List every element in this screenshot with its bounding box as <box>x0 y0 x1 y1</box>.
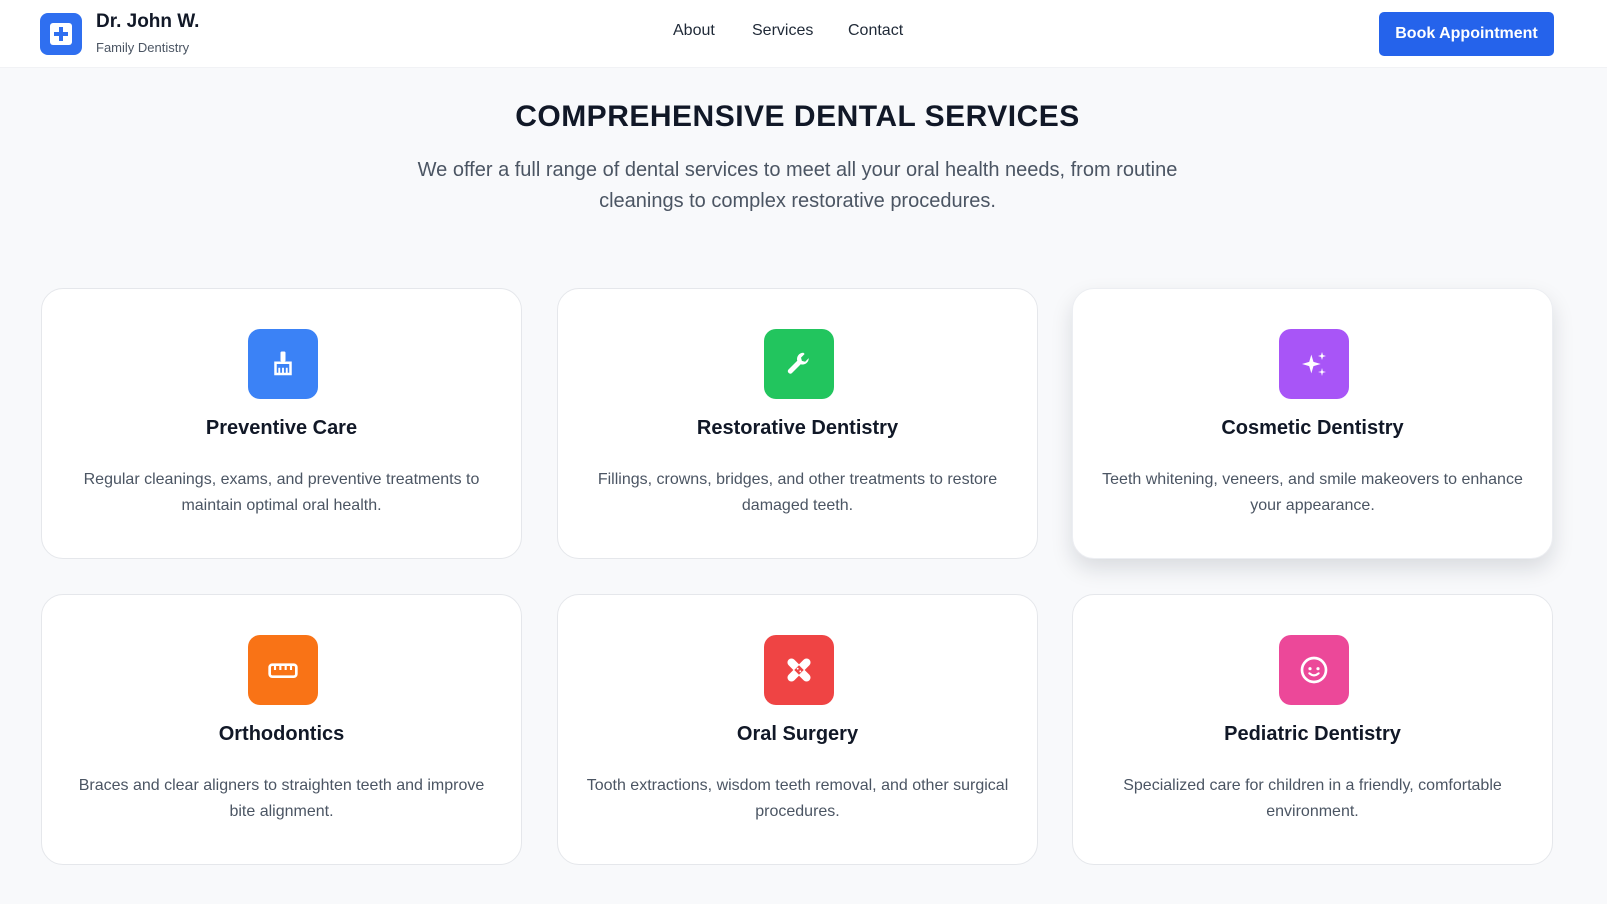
service-description: Fillings, crowns, bridges, and other tre… <box>597 471 998 514</box>
ruler-icon <box>268 663 298 678</box>
service-icon-badge <box>1279 635 1349 705</box>
service-description: Specialized care for children in a frien… <box>1123 777 1502 820</box>
nav-link-services[interactable]: Services <box>752 22 813 40</box>
section-subtitle: We offer a full range of dental services… <box>417 159 1178 212</box>
service-icon-badge <box>1279 329 1349 399</box>
service-description: Teeth whitening, veneers, and smile make… <box>1102 471 1523 514</box>
service-title: Preventive Care <box>205 417 358 439</box>
service-icon-badge <box>764 329 834 399</box>
wrench-icon <box>787 352 809 374</box>
book-appointment-button[interactable]: Book Appointment <box>1379 12 1554 56</box>
service-card-pediatric-dentistry[interactable]: Pediatric Dentistry Specialized care for… <box>1072 594 1553 865</box>
logo[interactable] <box>40 13 82 55</box>
service-title: Restorative Dentistry <box>696 417 899 439</box>
service-description: Braces and clear aligners to straighten … <box>78 777 485 820</box>
nav-link-about[interactable]: About <box>673 22 715 40</box>
brand-name[interactable]: Dr. John W. <box>96 11 199 33</box>
medical-cross-icon <box>50 23 72 45</box>
service-title: Pediatric Dentistry <box>1224 723 1401 745</box>
service-title: Oral Surgery <box>736 723 859 745</box>
service-card-preventive-care[interactable]: Preventive Care Regular cleanings, exams… <box>41 288 522 559</box>
nav-link-contact[interactable]: Contact <box>848 22 903 40</box>
sparkles-icon <box>1302 352 1326 376</box>
brush-icon <box>274 351 292 376</box>
service-icon-badge <box>248 635 318 705</box>
section-title: COMPREHENSIVE DENTAL SERVICES <box>515 100 1080 133</box>
service-icon-badge <box>764 635 834 705</box>
service-description: Regular cleanings, exams, and preventive… <box>83 471 480 514</box>
brand-subtitle: Family Dentistry <box>96 40 190 55</box>
service-card-oral-surgery[interactable]: Oral Surgery Tooth extractions, wisdom t… <box>557 594 1038 865</box>
child-face-icon <box>1300 656 1328 684</box>
service-icon-badge <box>248 329 318 399</box>
service-description: Tooth extractions, wisdom teeth removal,… <box>586 777 1009 820</box>
bandage-icon <box>787 658 811 682</box>
service-title: Cosmetic Dentistry <box>1221 417 1404 439</box>
service-card-restorative-dentistry[interactable]: Restorative Dentistry Fillings, crowns, … <box>557 288 1038 559</box>
service-card-cosmetic-dentistry[interactable]: Cosmetic Dentistry Teeth whitening, vene… <box>1072 288 1553 559</box>
site-header: Dr. John W. Family Dentistry About Servi… <box>0 0 1607 68</box>
service-card-orthodontics[interactable]: Orthodontics Braces and clear aligners t… <box>41 594 522 865</box>
service-title: Orthodontics <box>218 723 345 745</box>
